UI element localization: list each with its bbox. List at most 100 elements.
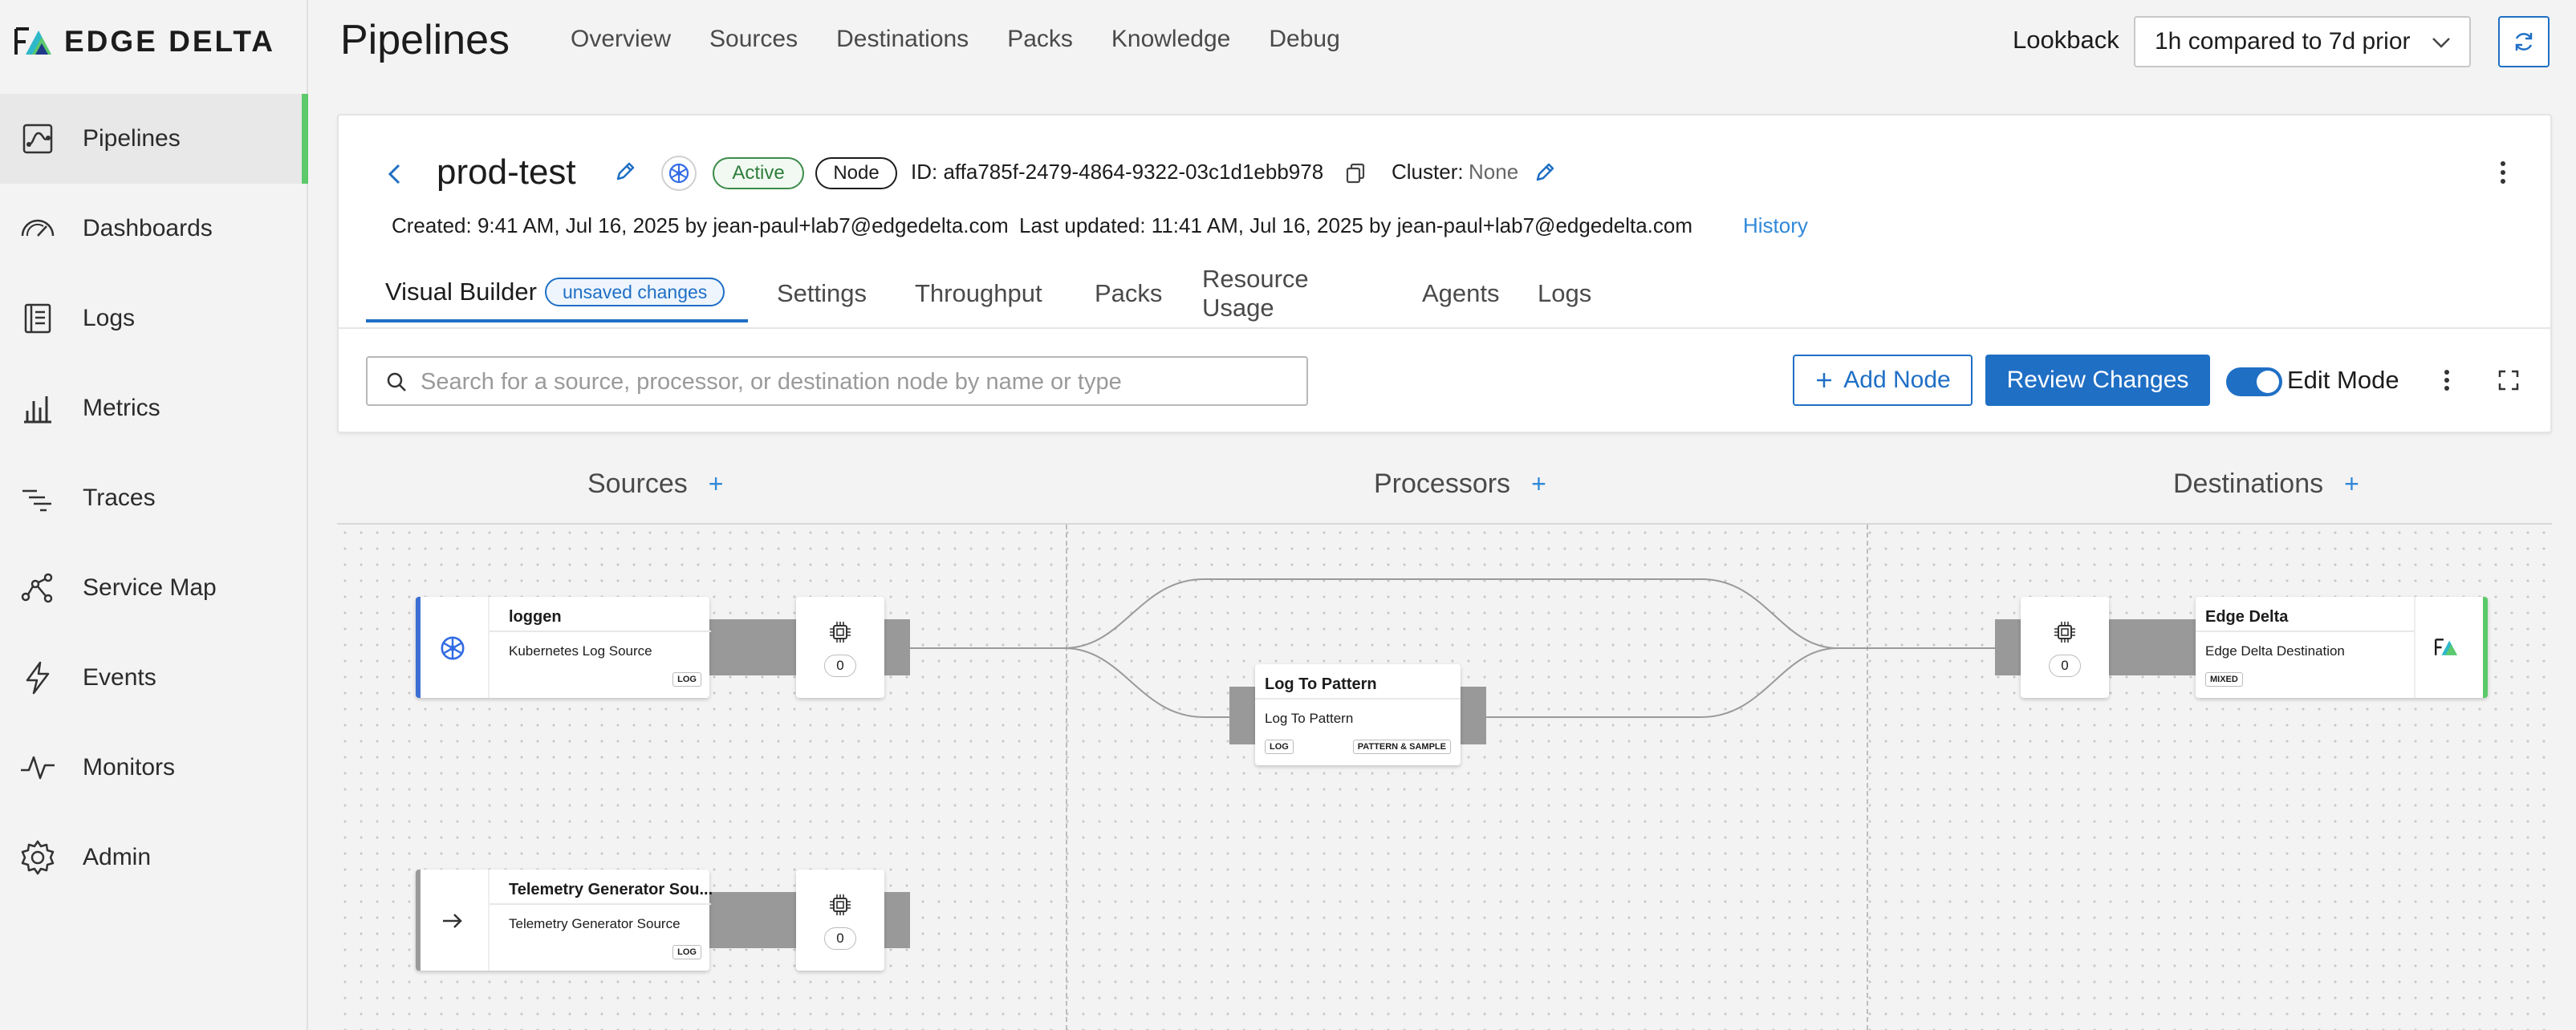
updated-info: Last updated: 11:41 AM, Jul 16, 2025 by … [1019, 213, 1693, 237]
sidebar: EDGE DELTA Pipelines Dashboards Logs Met… [0, 0, 308, 1030]
more-vertical-icon[interactable] [2435, 366, 2459, 395]
source-processor-node[interactable]: 0 [796, 597, 884, 698]
copy-icon[interactable] [1343, 161, 1367, 185]
node-title: Telemetry Generator Sou... [509, 881, 713, 898]
add-node-label: Add Node [1843, 367, 1951, 393]
search-input[interactable] [421, 366, 1295, 398]
sidebar-item-service-map[interactable]: Service Map [0, 543, 308, 633]
node-subtitle: Kubernetes Log Source [509, 643, 652, 659]
logo-mark-icon [14, 27, 51, 55]
more-vertical-icon[interactable] [2491, 159, 2515, 186]
node-subtitle: Edge Delta Destination [2205, 643, 2345, 659]
sidebar-item-label: Metrics [83, 395, 160, 421]
history-link[interactable]: History [1743, 213, 1808, 238]
tabs-divider [339, 327, 2550, 329]
kubernetes-badge [661, 156, 697, 191]
node-divider [490, 903, 711, 905]
service-map-icon [21, 573, 53, 603]
sidebar-item-pipelines[interactable]: Pipelines [0, 94, 308, 184]
source-node-telemetry-generator[interactable]: Telemetry Generator Sou... Telemetry Gen… [416, 870, 713, 971]
fullscreen-icon[interactable] [2497, 368, 2521, 392]
source-node-loggen[interactable]: loggen Kubernetes Log Source LOG [416, 597, 711, 698]
source-processor-node[interactable]: 0 [796, 870, 884, 971]
edge-delta-logo-icon [2435, 639, 2457, 655]
destination-logo-area [2414, 597, 2483, 698]
destination-processor-node[interactable]: 0 [2021, 597, 2109, 698]
tab-resource-usage[interactable]: Resource Usage [1202, 265, 1309, 322]
nav-debug[interactable]: Debug [1269, 26, 1339, 53]
traces-icon [22, 489, 51, 512]
kubernetes-icon [441, 636, 465, 660]
lookback-select[interactable]: 1h compared to 7d prior [2134, 16, 2471, 67]
nav-packs[interactable]: Packs [1007, 26, 1073, 53]
lookback-label: Lookback [2013, 26, 2119, 54]
node-divider [2196, 631, 2414, 632]
sidebar-item-traces[interactable]: Traces [0, 453, 308, 543]
data-type-tag: LOG [672, 945, 701, 959]
node-body: Telemetry Generator Sou... Telemetry Gen… [488, 870, 713, 971]
lightning-icon [26, 661, 50, 695]
pipelines-icon [22, 124, 53, 154]
cluster-value: None [1469, 160, 1519, 184]
nav-knowledge[interactable]: Knowledge [1111, 26, 1230, 53]
sidebar-item-admin[interactable]: Admin [0, 813, 308, 902]
sidebar-item-label: Dashboards [83, 215, 213, 241]
cluster-label: Cluster: [1392, 160, 1464, 184]
processor-count: 0 [824, 927, 856, 950]
arrow-right-icon [443, 914, 462, 928]
created-info: Created: 9:41 AM, Jul 16, 2025 by jean-p… [392, 213, 1009, 237]
destination-node-edge-delta[interactable]: Edge Delta Edge Delta Destination MIXED [2196, 597, 2488, 698]
pipeline-name: prod-test [437, 152, 576, 192]
nav-overview[interactable]: Overview [571, 26, 671, 53]
processor-node-log-to-pattern[interactable]: Log To Pattern Log To Pattern LOG PATTER… [1255, 664, 1461, 765]
tab-packs[interactable]: Packs [1095, 265, 1162, 322]
logo-text: EDGE DELTA [64, 25, 275, 58]
pipeline-canvas: Sources + Processors + Destinations + lo… [337, 444, 2552, 1030]
processor-count: 0 [824, 655, 856, 677]
pipeline-card: prod-test Active Node ID: affa785f-2479-… [337, 114, 2552, 433]
tab-logs[interactable]: Logs [1538, 265, 1591, 322]
sidebar-item-label: Monitors [83, 754, 176, 781]
tab-agents[interactable]: Agents [1422, 265, 1500, 322]
lookback-value: 1h compared to 7d prior [2155, 28, 2411, 55]
sidebar-item-label: Traces [83, 485, 156, 511]
sidebar-item-dashboards[interactable]: Dashboards [0, 184, 308, 274]
back-chevron-icon[interactable] [385, 162, 404, 186]
tab-settings[interactable]: Settings [777, 265, 867, 322]
node-subtitle: Telemetry Generator Source [509, 916, 681, 931]
type-badge: Node [815, 157, 897, 189]
nav-destinations[interactable]: Destinations [836, 26, 969, 53]
node-subtitle: Log To Pattern [1265, 711, 1354, 726]
review-changes-button[interactable]: Review Changes [1985, 355, 2210, 406]
sidebar-item-logs[interactable]: Logs [0, 274, 308, 363]
sidebar-item-metrics[interactable]: Metrics [0, 363, 308, 453]
chip-icon [830, 894, 851, 915]
gear-icon [21, 840, 55, 875]
tab-visual-builder[interactable]: Visual Builder unsaved changes [366, 265, 748, 322]
sidebar-item-label: Admin [83, 844, 152, 870]
edit-cluster-pencil-icon[interactable] [1533, 160, 1557, 185]
search-icon [387, 372, 406, 391]
chip-icon [2054, 622, 2075, 643]
tab-throughput[interactable]: Throughput [915, 265, 1042, 322]
chip-icon [830, 622, 851, 643]
pulse-icon [21, 756, 55, 780]
status-badge: Active [713, 157, 804, 189]
logs-icon [24, 303, 51, 334]
add-node-button[interactable]: Add Node [1793, 355, 1973, 406]
refresh-button[interactable] [2498, 16, 2550, 67]
node-search[interactable] [366, 356, 1308, 406]
tab-label: Visual Builder [385, 278, 537, 306]
nav-sources[interactable]: Sources [709, 26, 798, 53]
app-root: EDGE DELTA Pipelines Dashboards Logs Met… [0, 0, 2576, 1030]
node-body: loggen Kubernetes Log Source LOG [488, 597, 711, 698]
sidebar-item-monitors[interactable]: Monitors [0, 723, 308, 813]
edit-mode-toggle[interactable] [2226, 367, 2282, 396]
edge-delta-logo[interactable]: EDGE DELTA [14, 21, 275, 63]
sidebar-item-events[interactable]: Events [0, 633, 308, 723]
edit-name-pencil-icon[interactable] [613, 160, 637, 184]
edit-mode-label: Edit Mode [2287, 366, 2399, 394]
sidebar-item-label: Events [83, 664, 156, 691]
node-title: Edge Delta [2205, 608, 2289, 626]
bar-chart-icon [24, 396, 51, 424]
